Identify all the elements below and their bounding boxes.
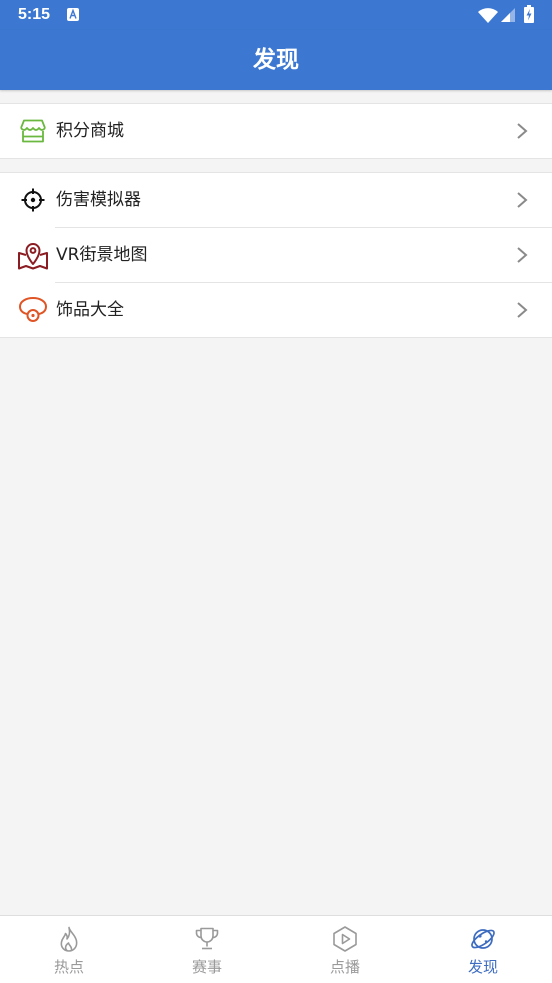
menu-item-label: 伤害模拟器 xyxy=(56,190,141,210)
bottom-tab-bar: 热点 赛事 点播 发现 xyxy=(0,915,552,983)
discover-menu: 积分商城 伤害模拟器 VR街景地图 饰品大全 xyxy=(0,90,552,338)
menu-item-vr-street-map[interactable]: VR街景地图 xyxy=(0,228,552,282)
a-notification-icon xyxy=(67,8,79,21)
flame-icon xyxy=(60,926,78,952)
store-icon xyxy=(17,116,49,146)
menu-item-label: 积分商城 xyxy=(56,121,124,141)
tab-label: 点播 xyxy=(329,958,360,976)
app-bar: 发现 xyxy=(0,30,552,90)
chevron-right-icon xyxy=(517,302,528,318)
chevron-right-icon xyxy=(517,192,528,208)
play-hexagon-icon xyxy=(333,926,357,952)
tab-label: 发现 xyxy=(467,958,498,976)
tab-label: 热点 xyxy=(53,958,84,976)
chevron-right-icon xyxy=(517,123,528,139)
wifi-icon xyxy=(478,8,498,23)
battery-charging-icon xyxy=(524,5,534,23)
chevron-right-icon xyxy=(517,247,528,263)
status-time: 5:15 xyxy=(18,6,51,23)
menu-item-label: 饰品大全 xyxy=(56,300,124,320)
tab-discover[interactable]: 发现 xyxy=(414,916,552,983)
status-bar: 5:15 xyxy=(0,0,552,30)
menu-item-skins-catalog[interactable]: 饰品大全 xyxy=(0,283,552,337)
page-title: 发现 xyxy=(253,47,299,73)
necklace-icon xyxy=(17,295,49,325)
menu-group-2: 伤害模拟器 VR街景地图 饰品大全 xyxy=(0,172,552,338)
tab-events[interactable]: 赛事 xyxy=(138,916,276,983)
crosshair-icon xyxy=(17,185,49,215)
menu-item-points-mall[interactable]: 积分商城 xyxy=(0,104,552,158)
trophy-icon xyxy=(195,927,219,950)
tab-label: 赛事 xyxy=(191,958,222,976)
menu-item-damage-simulator[interactable]: 伤害模拟器 xyxy=(0,173,552,227)
map-pin-icon xyxy=(17,240,49,270)
tab-hot[interactable]: 热点 xyxy=(0,916,138,983)
signal-icon xyxy=(501,8,515,22)
menu-group-1: 积分商城 xyxy=(0,103,552,159)
menu-item-label: VR街景地图 xyxy=(56,245,148,265)
planet-icon xyxy=(471,929,495,949)
tab-vod[interactable]: 点播 xyxy=(276,916,414,983)
